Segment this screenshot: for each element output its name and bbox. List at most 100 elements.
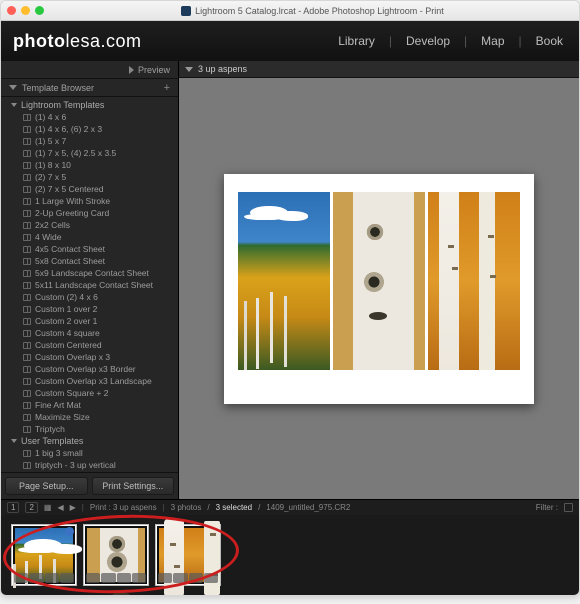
filmstrip-thumb[interactable] (83, 524, 149, 586)
template-item[interactable]: (1) 4 x 6 (1, 111, 178, 123)
template-item[interactable]: 2-Up Greeting Card (1, 207, 178, 219)
module-book[interactable]: Book (532, 34, 567, 48)
module-picker: Library| Develop| Map| Book (334, 34, 567, 48)
filmstrip[interactable] (1, 515, 579, 595)
template-icon (23, 306, 31, 313)
close-window-button[interactable] (7, 6, 16, 15)
template-item[interactable]: (1) 8 x 10 (1, 159, 178, 171)
template-icon (23, 198, 31, 205)
thumb-badges (14, 573, 74, 583)
next-page-icon[interactable]: ▶ (70, 503, 76, 512)
template-list[interactable]: Lightroom Templates (1) 4 x 6 (1) 4 x 6,… (1, 97, 178, 472)
template-item[interactable]: 4x5 Contact Sheet (1, 243, 178, 255)
template-icon (23, 150, 31, 157)
template-icon (23, 354, 31, 361)
add-template-button[interactable]: + (164, 82, 170, 94)
prev-page-icon[interactable]: ◀ (57, 503, 63, 512)
template-item[interactable]: Custom 1 over 2 (1, 303, 178, 315)
window-title: Lightroom 5 Catalog.lrcat - Adobe Photos… (195, 6, 444, 16)
disclosure-triangle-icon (129, 66, 138, 74)
template-icon (23, 450, 31, 457)
template-item[interactable]: 5x9 Landscape Contact Sheet (1, 267, 178, 279)
thumb-badges (158, 573, 218, 583)
app-body: Preview Template Browser + Lightroom Tem… (1, 61, 579, 499)
page-indicator-1[interactable]: 1 (7, 502, 19, 513)
thumb-badges (86, 573, 146, 583)
page-indicator-2[interactable]: 2 (25, 502, 37, 513)
module-develop[interactable]: Develop (402, 34, 454, 48)
zoom-window-button[interactable] (35, 6, 44, 15)
disclosure-triangle-icon (11, 439, 17, 443)
filmstrip-thumb[interactable] (11, 524, 77, 586)
template-item[interactable]: Fine Art Mat (1, 399, 178, 411)
template-icon (23, 414, 31, 421)
disclosure-triangle-icon (9, 85, 17, 90)
template-item[interactable]: 1 Large With Stroke (1, 195, 178, 207)
print-title: 3 up aspens (198, 64, 247, 74)
collection-badge-icon (65, 527, 74, 536)
template-item[interactable]: Custom Overlap x 3 (1, 351, 178, 363)
grid-view-icon[interactable]: ▦ (44, 503, 52, 512)
template-item[interactable]: 1 big 3 small (1, 447, 178, 459)
filter-toggle-icon[interactable] (564, 503, 573, 512)
template-icon (23, 162, 31, 169)
template-icon (23, 402, 31, 409)
layout-cell-1[interactable] (238, 192, 330, 370)
template-item[interactable]: Maximize Size (1, 411, 178, 423)
template-item[interactable]: Custom Centered (1, 339, 178, 351)
template-icon (23, 114, 31, 121)
left-button-row: Page Setup... Print Settings... (1, 472, 178, 499)
template-item[interactable]: 5x8 Contact Sheet (1, 255, 178, 267)
template-item[interactable]: (1) 4 x 6, (6) 2 x 3 (1, 123, 178, 135)
print-context-label: Print : 3 up aspens (90, 503, 157, 512)
secondary-toolbar: 1 2 ▦ ◀ ▶ | Print : 3 up aspens | 3 phot… (1, 499, 579, 515)
template-item[interactable]: Triptych (1, 423, 178, 435)
template-icon (23, 390, 31, 397)
template-icon (23, 330, 31, 337)
template-item[interactable]: (2) 7 x 5 (1, 171, 178, 183)
view-header[interactable]: 3 up aspens (179, 61, 579, 78)
window-controls (7, 6, 44, 15)
template-item[interactable]: (1) 5 x 7 (1, 135, 178, 147)
logo-rest: lesa.com (65, 31, 141, 51)
template-item[interactable]: 4 Wide (1, 231, 178, 243)
disclosure-triangle-icon (11, 103, 17, 107)
template-icon (23, 186, 31, 193)
template-item[interactable]: Custom Square + 2 (1, 387, 178, 399)
template-icon (23, 294, 31, 301)
preview-panel-header[interactable]: Preview (1, 61, 178, 79)
template-item[interactable]: Custom (2) 4 x 6 (1, 291, 178, 303)
print-canvas[interactable] (179, 78, 579, 499)
app-icon (181, 6, 191, 16)
template-browser-header[interactable]: Template Browser + (1, 79, 178, 97)
left-panel: Preview Template Browser + Lightroom Tem… (1, 61, 179, 499)
template-icon (23, 174, 31, 181)
template-icon (23, 270, 31, 277)
template-icon (23, 246, 31, 253)
module-library[interactable]: Library (334, 34, 379, 48)
template-item[interactable]: (2) 7 x 5 Centered (1, 183, 178, 195)
layout-cell-3[interactable] (428, 192, 520, 370)
template-item[interactable]: 5x11 Landscape Contact Sheet (1, 279, 178, 291)
module-map[interactable]: Map (477, 34, 508, 48)
identity-plate[interactable]: photolesa.com (13, 31, 142, 52)
minimize-window-button[interactable] (21, 6, 30, 15)
template-item[interactable]: Custom 2 over 1 (1, 315, 178, 327)
main-view: 3 up aspens (179, 61, 579, 499)
top-header: photolesa.com Library| Develop| Map| Boo… (1, 21, 579, 61)
template-item[interactable]: Custom 4 square (1, 327, 178, 339)
page-setup-button[interactable]: Page Setup... (5, 477, 88, 495)
template-icon (23, 342, 31, 349)
template-group-lightroom[interactable]: Lightroom Templates (1, 99, 178, 111)
template-item[interactable]: 2x2 Cells (1, 219, 178, 231)
filmstrip-thumb[interactable] (155, 524, 221, 586)
print-settings-button[interactable]: Print Settings... (92, 477, 175, 495)
template-item[interactable]: triptych - 3 up vertical (1, 459, 178, 471)
template-item[interactable]: Custom Overlap x3 Landscape (1, 375, 178, 387)
template-item[interactable]: Custom Overlap x3 Border (1, 363, 178, 375)
template-item[interactable]: (1) 7 x 5, (4) 2.5 x 3.5 (1, 147, 178, 159)
current-filename: 1409_untitled_975.CR2 (266, 503, 350, 512)
layout-cell-2[interactable] (333, 192, 425, 370)
template-icon (23, 234, 31, 241)
template-group-user[interactable]: User Templates (1, 435, 178, 447)
